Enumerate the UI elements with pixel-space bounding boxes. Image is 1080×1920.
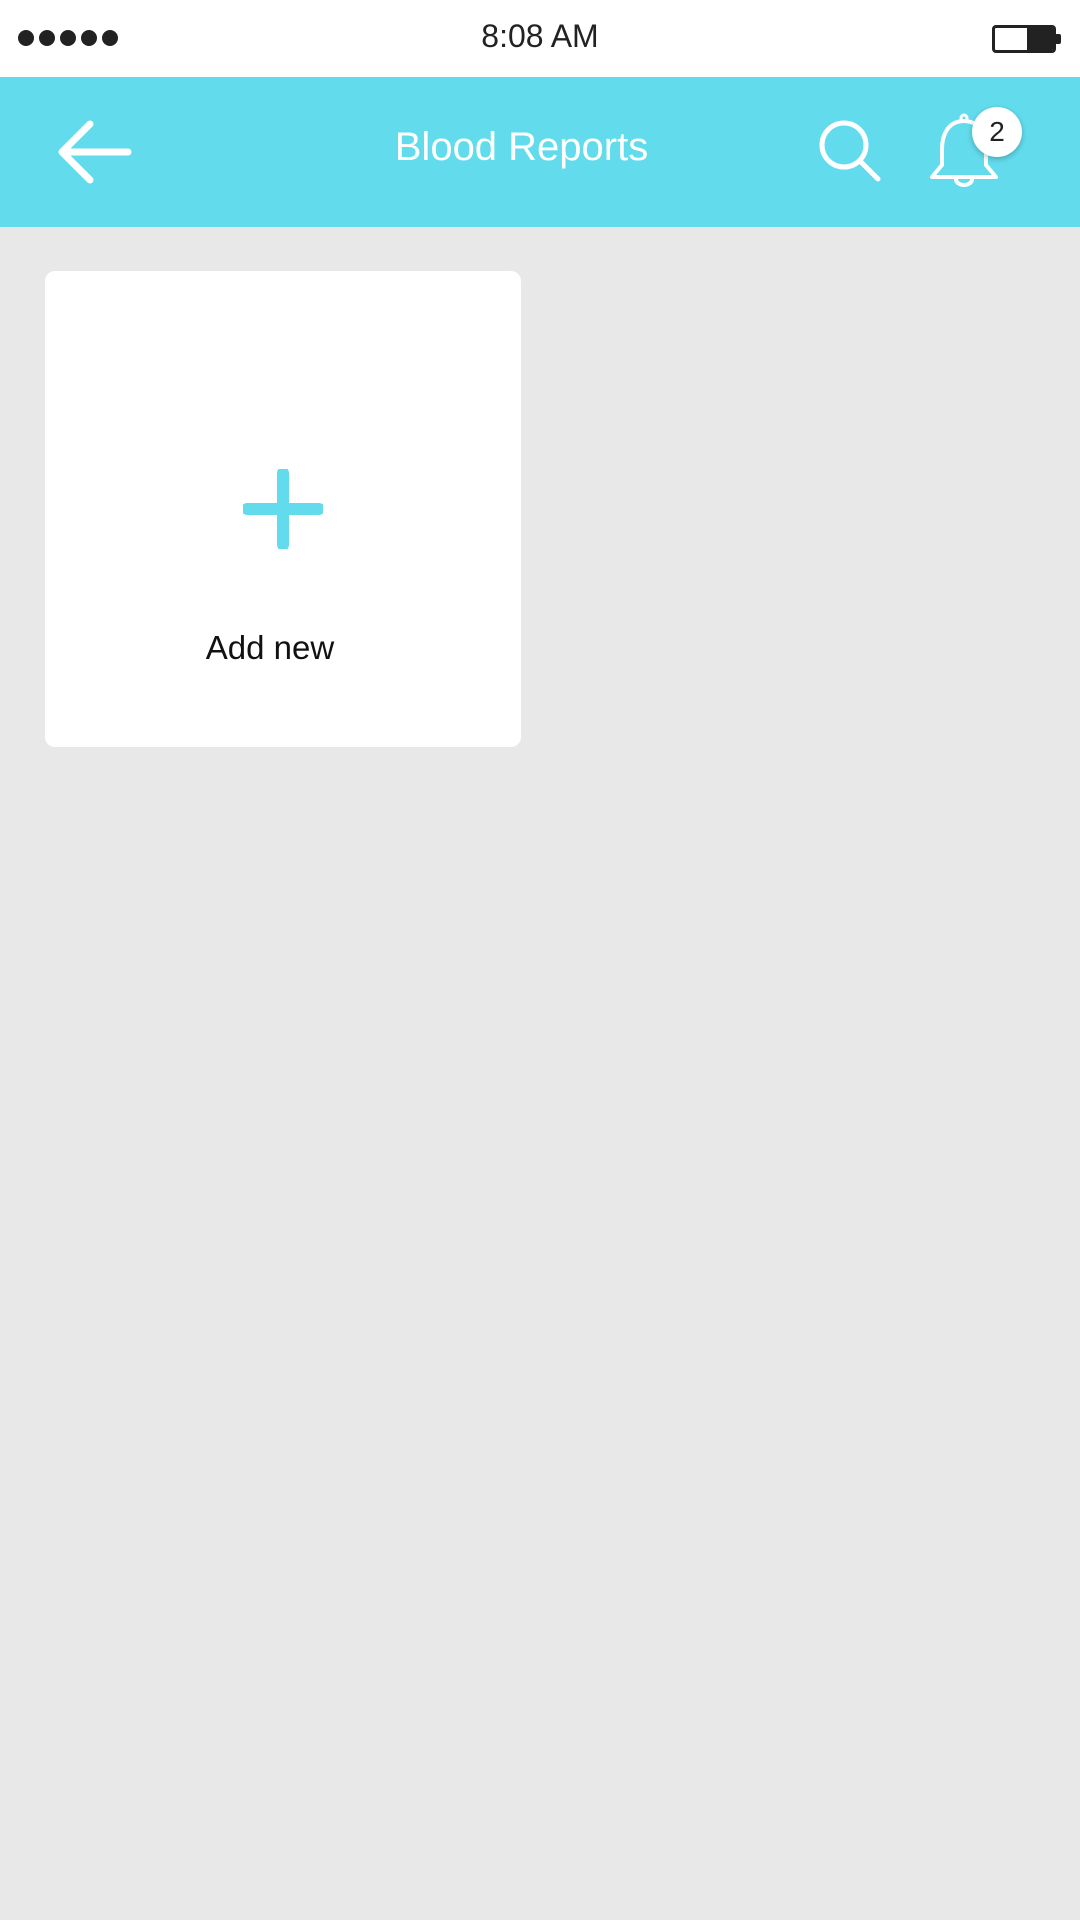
status-bar: 8:08 AM xyxy=(0,0,1080,77)
battery-body xyxy=(992,25,1056,53)
search-button[interactable] xyxy=(816,117,886,187)
add-new-label: Add new xyxy=(205,629,335,666)
add-new-card[interactable]: Add new xyxy=(45,271,521,747)
main-content: Add new xyxy=(0,227,1080,1920)
notification-badge: 2 xyxy=(972,107,1022,157)
plus-icon xyxy=(243,469,323,549)
search-icon xyxy=(819,120,881,182)
app-header: Blood Reports 2 xyxy=(0,77,1080,227)
battery-cap xyxy=(1056,34,1061,44)
status-time: 8:08 AM xyxy=(481,18,599,54)
battery-icon xyxy=(992,25,1061,53)
notifications-button[interactable]: 2 xyxy=(924,107,1022,197)
page-title: Blood Reports xyxy=(394,125,649,169)
battery-fill xyxy=(1026,28,1053,50)
